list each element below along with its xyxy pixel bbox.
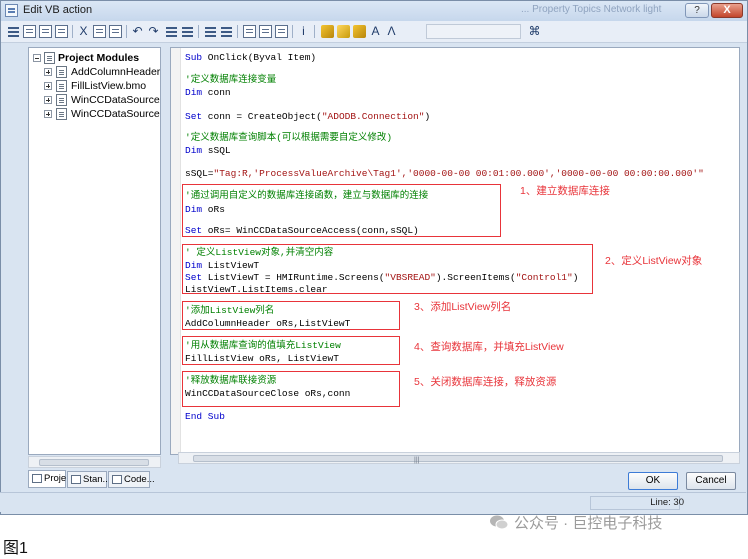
comment-block-icon[interactable]: [204, 25, 217, 38]
cut-icon[interactable]: X: [77, 25, 90, 38]
copy-icon[interactable]: [93, 25, 106, 38]
project-folder-icon: [44, 52, 55, 64]
tag-selection-icon[interactable]: [321, 25, 334, 38]
redo-icon[interactable]: ↷: [147, 25, 160, 38]
collapse-icon[interactable]: [33, 54, 41, 62]
replace-icon[interactable]: [259, 25, 272, 38]
print-icon[interactable]: [55, 25, 68, 38]
editor-gutter: [171, 48, 181, 454]
title-bar[interactable]: Edit VB action ... Property Topics Netwo…: [1, 1, 747, 21]
tab-standard[interactable]: Stan...: [67, 471, 111, 488]
annotation-box-4: [182, 336, 400, 365]
background-window-title: ... Property Topics Network light: [521, 4, 662, 15]
module-file-icon: [56, 94, 67, 106]
toolbar-search-input[interactable]: [426, 24, 521, 39]
status-bar: Line: 30: [0, 492, 746, 512]
find-icon[interactable]: [243, 25, 256, 38]
tree-item-label: WinCCDataSourceClos: [71, 108, 160, 120]
ok-button[interactable]: OK: [628, 472, 678, 490]
tab-label: Stan...: [83, 474, 111, 485]
undo-icon[interactable]: ↶: [131, 25, 144, 38]
code-tab-icon: [112, 475, 122, 484]
indent-icon[interactable]: [165, 25, 178, 38]
info-icon[interactable]: i: [297, 25, 310, 38]
project-tab-icon: [32, 474, 42, 483]
annotation-box-5: [182, 371, 400, 407]
syntax-check-icon[interactable]: Λ: [385, 25, 398, 38]
code-line: Set conn = CreateObject("ADODB.Connectio…: [185, 111, 431, 122]
status-line-number: Line: 30: [650, 497, 684, 508]
project-tree[interactable]: Project Modules AddColumnHeader.bm FillL…: [28, 47, 161, 455]
toolbar-separator: [314, 25, 315, 38]
scrollbar-thumb[interactable]: [39, 459, 149, 466]
toolbar-separator: [237, 25, 238, 38]
wechat-icon: [490, 515, 509, 530]
object-list-icon[interactable]: [353, 25, 366, 38]
save-icon[interactable]: [39, 25, 52, 38]
module-file-icon: [56, 108, 67, 120]
code-line: Dim sSQL: [185, 145, 231, 156]
tab-label: Code...: [124, 474, 155, 485]
uncomment-block-icon[interactable]: [220, 25, 233, 38]
toolbar-separator: [198, 25, 199, 38]
code-comment: '定义数据库查询脚本(可以根据需要自定义修改): [185, 132, 393, 143]
font-icon[interactable]: A: [369, 25, 382, 38]
tree-item-label: WinCCDataSourceAcc: [71, 94, 160, 106]
toolbar-list-icon[interactable]: [7, 25, 20, 38]
annotation-box-3: [182, 301, 400, 330]
help-button[interactable]: ?: [685, 3, 709, 18]
code-line: sSQL="Tag:R,'ProcessValueArchive\Tag1','…: [185, 168, 704, 179]
tree-item-label: AddColumnHeader.bm: [71, 66, 160, 78]
toolbar: X ↶ ↷ i A Λ ⌘: [1, 21, 747, 43]
module-file-icon: [56, 80, 67, 92]
annotation-box-2: [182, 244, 593, 294]
toolbar-separator: [292, 25, 293, 38]
tree-horizontal-scrollbar[interactable]: [28, 456, 161, 468]
object-browser-icon[interactable]: [337, 25, 350, 38]
outdent-icon[interactable]: [181, 25, 194, 38]
window-app-icon: [5, 4, 18, 17]
window-title: Edit VB action: [23, 4, 93, 16]
module-file-icon: [56, 66, 67, 78]
annotation-label-4: 4、查询数据库，并填充ListView: [414, 341, 564, 353]
code-line: Sub OnClick(Byval Item): [185, 52, 317, 63]
annotation-label-5: 5、关闭数据库连接，释放资源: [414, 376, 557, 388]
expand-icon[interactable]: [44, 110, 52, 118]
expand-icon[interactable]: [44, 82, 52, 90]
tree-root-label: Project Modules: [58, 52, 140, 64]
standard-tab-icon: [71, 475, 81, 484]
annotation-label-1: 1、建立数据库连接: [520, 185, 610, 197]
tree-item-label: FillListView.bmo: [71, 80, 147, 92]
annotation-box-1: [182, 184, 501, 237]
editor-horizontal-scrollbar[interactable]: |||: [178, 452, 740, 464]
scrollbar-thumb[interactable]: |||: [193, 455, 723, 464]
cancel-button[interactable]: Cancel: [686, 472, 736, 490]
paste-icon[interactable]: [109, 25, 122, 38]
new-file-icon[interactable]: [23, 25, 36, 38]
tab-project[interactable]: Proje...: [28, 470, 74, 488]
tab-code[interactable]: Code...: [108, 471, 155, 488]
watermark-text: 公众号 · 巨控电子科技: [514, 515, 663, 532]
code-line: End Sub: [185, 411, 225, 422]
goto-icon[interactable]: [275, 25, 288, 38]
expand-icon[interactable]: [44, 96, 52, 104]
figure-caption: 图1: [3, 540, 28, 557]
toolbar-separator: [126, 25, 127, 38]
code-line: Dim conn: [185, 87, 231, 98]
annotation-label-2: 2、定义ListView对象: [605, 255, 703, 267]
toolbar-separator: [72, 25, 73, 38]
annotation-label-3: 3、添加ListView列名: [414, 301, 512, 313]
page-setup-icon[interactable]: ⌘: [528, 25, 541, 38]
expand-icon[interactable]: [44, 68, 52, 76]
code-comment: '定义数据库连接变量: [185, 74, 277, 85]
close-button[interactable]: X: [711, 3, 743, 18]
